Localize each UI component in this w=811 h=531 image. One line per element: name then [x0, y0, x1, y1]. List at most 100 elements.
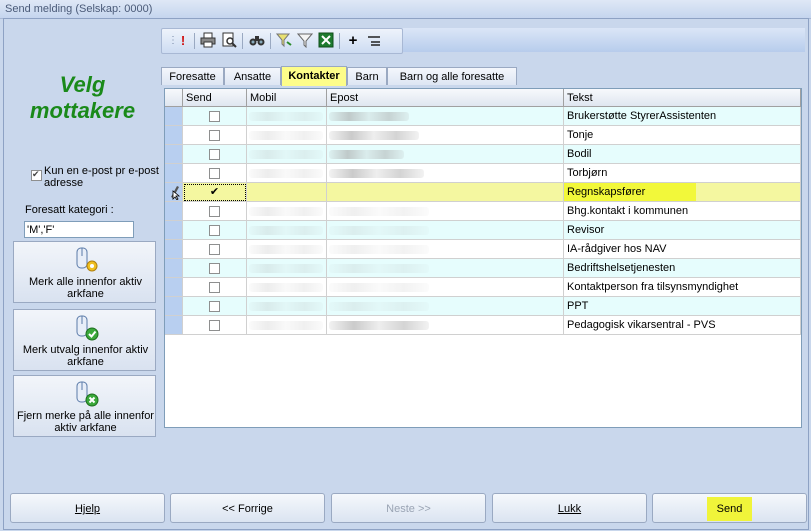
- mobil-cell[interactable]: [247, 316, 327, 335]
- mobil-cell[interactable]: [247, 183, 327, 202]
- epost-cell[interactable]: [327, 240, 564, 259]
- tekst-cell[interactable]: Torbjørn: [564, 164, 801, 183]
- epost-cell[interactable]: [327, 202, 564, 221]
- help-button[interactable]: Hjelp: [10, 493, 165, 523]
- find-icon[interactable]: [248, 32, 266, 50]
- table-row[interactable]: Bodil: [165, 145, 801, 164]
- previous-button[interactable]: << Forrige: [170, 493, 325, 523]
- important-icon[interactable]: !: [174, 32, 192, 50]
- tekst-cell[interactable]: Kontaktperson fra tilsynsmyndighet: [564, 278, 801, 297]
- select-all-button[interactable]: Merk alle innenfor aktiv arkfane: [13, 241, 156, 303]
- table-row[interactable]: Torbjørn: [165, 164, 801, 183]
- table-row[interactable]: Pedagogisk vikarsentral - PVS: [165, 316, 801, 335]
- send-checkbox[interactable]: [209, 301, 220, 312]
- table-row[interactable]: Revisor: [165, 221, 801, 240]
- send-cell[interactable]: [183, 278, 247, 297]
- tekst-cell[interactable]: Bodil: [564, 145, 801, 164]
- remove-marks-button[interactable]: Fjern merke på alle innenfor aktiv arkfa…: [13, 375, 156, 437]
- mobil-cell[interactable]: [247, 126, 327, 145]
- tekst-cell[interactable]: Bedriftshelsetjenesten: [564, 259, 801, 278]
- next-button[interactable]: Neste >>: [331, 493, 486, 523]
- send-cell[interactable]: [183, 297, 247, 316]
- send-checkbox[interactable]: [209, 168, 220, 179]
- column-header-mobil[interactable]: Mobil: [247, 89, 327, 107]
- tekst-cell[interactable]: Regnskapsfører: [564, 183, 801, 202]
- tab-kontakter[interactable]: Kontakter: [281, 66, 347, 86]
- epost-cell[interactable]: [327, 145, 564, 164]
- tekst-cell[interactable]: Pedagogisk vikarsentral - PVS: [564, 316, 801, 335]
- epost-cell[interactable]: [327, 278, 564, 297]
- tekst-cell[interactable]: Revisor: [564, 221, 801, 240]
- row-selector[interactable]: [165, 240, 183, 259]
- select-checked-button[interactable]: Merk utvalg innenfor aktiv arkfane: [13, 309, 156, 371]
- send-cell[interactable]: [183, 316, 247, 335]
- email-only-checkbox[interactable]: [31, 169, 42, 181]
- column-header-send[interactable]: Send: [183, 89, 247, 107]
- collapse-icon[interactable]: [365, 32, 383, 50]
- epost-cell[interactable]: [327, 259, 564, 278]
- row-selector[interactable]: [165, 297, 183, 316]
- send-checkbox[interactable]: [209, 130, 220, 141]
- filter-wizard-icon[interactable]: [275, 32, 293, 50]
- mobil-cell[interactable]: [247, 240, 327, 259]
- epost-cell[interactable]: [327, 221, 564, 240]
- send-checkbox[interactable]: [209, 206, 220, 217]
- tekst-cell[interactable]: IA-rådgiver hos NAV: [564, 240, 801, 259]
- close-button[interactable]: Lukk: [492, 493, 647, 523]
- row-selector[interactable]: [165, 107, 183, 126]
- tekst-cell[interactable]: Bhg.kontakt i kommunen: [564, 202, 801, 221]
- send-cell[interactable]: ✔: [183, 183, 247, 202]
- send-cell[interactable]: [183, 107, 247, 126]
- mobil-cell[interactable]: [247, 278, 327, 297]
- send-checkbox[interactable]: [209, 149, 220, 160]
- send-checkbox[interactable]: [209, 244, 220, 255]
- send-checkbox[interactable]: [209, 111, 220, 122]
- mobil-cell[interactable]: [247, 202, 327, 221]
- send-checkbox[interactable]: [209, 225, 220, 236]
- excel-export-icon[interactable]: [317, 32, 335, 50]
- tab-barn-og-alle-foresatte[interactable]: Barn og alle foresatte: [387, 67, 517, 85]
- send-cell[interactable]: [183, 259, 247, 278]
- mobil-cell[interactable]: [247, 145, 327, 164]
- row-selector[interactable]: [165, 278, 183, 297]
- mobil-cell[interactable]: [247, 221, 327, 240]
- column-header-epost[interactable]: Epost: [327, 89, 564, 107]
- mobil-cell[interactable]: [247, 164, 327, 183]
- epost-cell[interactable]: [327, 126, 564, 145]
- row-selector[interactable]: [165, 316, 183, 335]
- tekst-cell[interactable]: Tonje: [564, 126, 801, 145]
- epost-cell[interactable]: [327, 316, 564, 335]
- table-row[interactable]: Brukerstøtte StyrerAssistenten: [165, 107, 801, 126]
- send-cell[interactable]: [183, 164, 247, 183]
- row-selector[interactable]: [165, 126, 183, 145]
- row-selector[interactable]: [165, 145, 183, 164]
- tab-ansatte[interactable]: Ansatte: [224, 67, 281, 85]
- tekst-cell[interactable]: PPT: [564, 297, 801, 316]
- mobil-cell[interactable]: [247, 107, 327, 126]
- tab-barn[interactable]: Barn: [347, 67, 387, 85]
- row-selector[interactable]: [165, 259, 183, 278]
- add-icon[interactable]: +: [344, 32, 362, 50]
- table-row[interactable]: PPT: [165, 297, 801, 316]
- tab-foresatte[interactable]: Foresatte: [161, 67, 224, 85]
- table-row[interactable]: Bhg.kontakt i kommunen: [165, 202, 801, 221]
- mobil-cell[interactable]: [247, 297, 327, 316]
- table-row[interactable]: IA-rådgiver hos NAV: [165, 240, 801, 259]
- send-button[interactable]: Send: [652, 493, 807, 523]
- row-selector[interactable]: [165, 164, 183, 183]
- send-checkbox[interactable]: [209, 263, 220, 274]
- print-preview-icon[interactable]: [220, 32, 238, 50]
- send-checkbox[interactable]: ✔: [210, 186, 219, 198]
- epost-cell[interactable]: [327, 297, 564, 316]
- epost-cell[interactable]: [327, 107, 564, 126]
- table-row[interactable]: Bedriftshelsetjenesten: [165, 259, 801, 278]
- send-cell[interactable]: [183, 221, 247, 240]
- send-cell[interactable]: [183, 202, 247, 221]
- send-cell[interactable]: [183, 240, 247, 259]
- table-row[interactable]: Tonje: [165, 126, 801, 145]
- row-selector[interactable]: [165, 221, 183, 240]
- category-input[interactable]: 'M','F': [24, 221, 134, 238]
- epost-cell[interactable]: [327, 183, 564, 202]
- row-selector[interactable]: [165, 202, 183, 221]
- send-checkbox[interactable]: [209, 282, 220, 293]
